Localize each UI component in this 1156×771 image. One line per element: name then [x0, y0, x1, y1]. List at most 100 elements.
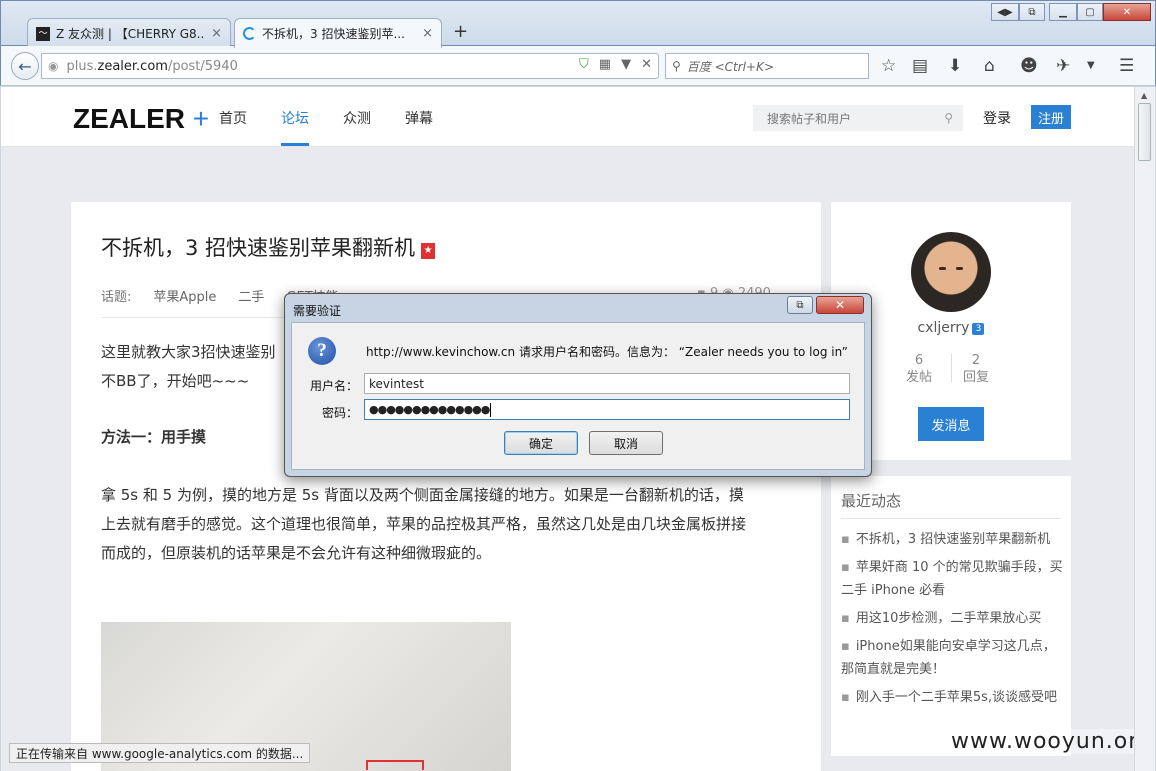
list-item[interactable]: ▪ 苹果奸商 10 个的常见欺骗手段，买二手 iPhone 必看 [841, 556, 1066, 602]
avatar[interactable] [911, 232, 991, 312]
tab-zealer[interactable]: 不拆机，3 招快速鉴别苹... × [234, 18, 442, 48]
posts-stat[interactable]: 6 发帖 [889, 352, 949, 386]
back-arrow-icon: ← [18, 56, 32, 76]
recent-activity-list: ▪ 不拆机，3 招快速鉴别苹果翻新机 ▪ 苹果奸商 10 个的常见欺骗手段，买二手 … [841, 528, 1066, 714]
tab-cherry[interactable]: 〜 Z 友众测 | 【CHERRY G8... × [27, 18, 231, 48]
list-item[interactable]: ▪ iPhone如果能向安卓学习这几点，那简直就是完美！ [841, 635, 1066, 681]
dropdown-arrow-icon[interactable]: ▼ [621, 57, 631, 72]
send-message-button[interactable]: 发消息 [918, 407, 984, 441]
posts-count: 6 [914, 353, 924, 368]
topic-label: 话题: [101, 290, 132, 305]
download-icon[interactable]: ⬇ [948, 56, 962, 76]
url-prefix: plus. [66, 58, 98, 74]
qr-code-icon[interactable]: ▦ [599, 57, 611, 72]
tab-title: 不拆机，3 招快速鉴别苹... [262, 27, 405, 41]
extension-menu-icon[interactable]: ▼ [1087, 60, 1095, 71]
list-item-text: iPhone如果能向安卓学习这几点，那简直就是完美！ [841, 639, 1056, 677]
browser-titlebar: 〜 Z 友众测 | 【CHERRY G8... × 不拆机，3 招快速鉴别苹..… [0, 0, 1156, 48]
back-button[interactable]: ← [11, 52, 39, 80]
list-item-text: 苹果奸商 10 个的常见欺骗手段，买二手 iPhone 必看 [841, 560, 1063, 598]
dialog-body: ? http://www.kevinchow.cn 请求用户名和密码。信息为： … [291, 322, 865, 470]
maximize-button[interactable]: ▢ [1077, 3, 1103, 21]
minimize-button[interactable]: ▁ [1049, 3, 1077, 21]
avatar-eye [939, 267, 946, 270]
zealer-logo[interactable]: ZEALER + [73, 103, 209, 135]
text-caret [490, 402, 492, 417]
replies-count: 2 [971, 353, 981, 368]
dialog-close-button[interactable]: ✕ [816, 296, 864, 314]
url-path: /post/5940 [167, 58, 238, 74]
chat-icon[interactable]: ☻ [1020, 56, 1038, 76]
recent-activity-card: 最近动态 ▪ 不拆机，3 招快速鉴别苹果翻新机 ▪ 苹果奸商 10 个的常见欺骗手段… [831, 476, 1071, 756]
nav-danmaku[interactable]: 弹幕 [405, 108, 433, 128]
paragraph-3: 拿 5s 和 5 为例，摸的地方是 5s 背面以及两个侧面金属接缝的地方。如果是… [101, 481, 801, 568]
method-heading: 方法一：用手摸 [101, 428, 207, 446]
nav-home[interactable]: 首页 [219, 108, 247, 128]
scroll-up-icon[interactable]: ▲ [1141, 91, 1147, 100]
search-bar[interactable]: ⚲ 百度 <Ctrl+K> [665, 53, 869, 79]
register-button[interactable]: 注册 [1031, 105, 1071, 129]
tag-apple[interactable]: 苹果Apple [153, 286, 216, 305]
window-pin-icon[interactable]: ⧉ [1019, 3, 1045, 21]
url-domain: zealer.com [97, 58, 168, 74]
nav-forum[interactable]: 论坛 [281, 108, 309, 128]
paragraph-3-line-3: 而成的，但原装机的话苹果是不会允许有这种细微瑕疵的。 [101, 544, 492, 562]
tag-used[interactable]: 二手 [238, 286, 264, 305]
divider [841, 518, 1061, 519]
navigation-bar: ← ◉ plus. zealer.com/post/5940 ⛉ ▦ ▼ ✕ ⚲ … [0, 46, 1156, 86]
new-tab-button[interactable]: + [453, 21, 468, 42]
loading-spinner-icon [243, 27, 256, 40]
vertical-scrollbar[interactable]: ▲ [1134, 87, 1155, 771]
logo-text: ZEALER [73, 103, 185, 134]
password-value: ●●●●●●●●●●●●●● [369, 403, 490, 416]
replies-label: 回复 [962, 370, 989, 385]
address-bar[interactable]: ◉ plus. zealer.com/post/5940 ⛉ ▦ ▼ ✕ [41, 53, 659, 79]
window-close-button[interactable]: ✕ [1103, 3, 1151, 21]
paragraph-3-line-2: 上去就有磨手的感觉。这个道理也很简单，苹果的品控极其严格，虽然这几处是由几块金属… [101, 515, 747, 533]
search-icon[interactable]: ⚲ [944, 111, 953, 125]
scrollbar-thumb[interactable] [1138, 103, 1151, 161]
menu-icon[interactable]: ☰ [1119, 56, 1134, 76]
nav-test[interactable]: 众测 [343, 108, 371, 128]
password-label: 密码： [321, 406, 358, 420]
site-search-placeholder: 搜索帖子和用户 [767, 111, 852, 126]
list-item-text: 用这10步检测，二手苹果放心买 [855, 611, 1042, 626]
hot-flag-icon: ★ [421, 243, 436, 259]
username-label: 用户名： [309, 379, 358, 393]
cancel-button[interactable]: 取消 [589, 431, 663, 455]
username-field[interactable]: kevintest [364, 373, 850, 394]
search-placeholder: 百度 <Ctrl+K> [686, 59, 774, 74]
level-badge: 3 [972, 323, 985, 335]
activity-icon: 〜 [36, 26, 50, 41]
password-field[interactable]: ●●●●●●●●●●●●●● [364, 399, 850, 420]
paragraph-3-line-1: 拿 5s 和 5 为例，摸的地方是 5s 背面以及两个侧面金属接缝的地方。如果是… [101, 486, 744, 504]
extension-icon[interactable]: ✈ [1056, 56, 1070, 76]
login-link[interactable]: 登录 [983, 108, 1011, 128]
tab-close-icon[interactable]: × [422, 26, 433, 41]
question-icon: ? [308, 337, 336, 365]
ok-button[interactable]: 确定 [504, 431, 578, 455]
reading-list-icon[interactable]: ▤ [912, 56, 928, 76]
status-bar: 正在传输来自 www.google-analytics.com 的数据... [9, 743, 311, 763]
tab-title: Z 友众测 | 【CHERRY G8... [56, 27, 206, 41]
paragraph-2: 不BB了，开始吧~~~ [101, 372, 250, 390]
article-title-text: 不拆机，3 招快速鉴别苹果翻新机 [101, 236, 416, 260]
window-swap-icon[interactable]: ◀▶ [991, 3, 1019, 21]
tab-close-icon[interactable]: × [211, 26, 222, 41]
bookmark-star-icon[interactable]: ☆ [881, 56, 896, 76]
avatar-eye [956, 267, 963, 270]
site-search-input[interactable]: 搜索帖子和用户 ⚲ [753, 105, 963, 131]
posts-label: 发帖 [905, 370, 932, 385]
home-icon[interactable]: ⌂ [984, 56, 995, 76]
list-item[interactable]: ▪ 刚入手一个二手苹果5s,谈谈感受吧 [841, 686, 1066, 709]
shield-icon[interactable]: ⛉ [579, 57, 589, 72]
paragraph-1: 这里就教大家3招快速鉴别 [101, 343, 276, 361]
dialog-restore-button[interactable]: ⧉ [787, 296, 813, 314]
replies-stat[interactable]: 2 回复 [946, 352, 1006, 386]
photo-highlight-box [366, 760, 424, 770]
watermark: www.wooyun.org [951, 729, 1134, 754]
stop-icon[interactable]: ✕ [641, 57, 652, 72]
site-header: ZEALER + 首页 论坛 众测 弹幕 搜索帖子和用户 ⚲ 登录 注册 [1, 87, 1134, 147]
list-item[interactable]: ▪ 不拆机，3 招快速鉴别苹果翻新机 [841, 528, 1066, 551]
list-item[interactable]: ▪ 用这10步检测，二手苹果放心买 [841, 607, 1066, 630]
